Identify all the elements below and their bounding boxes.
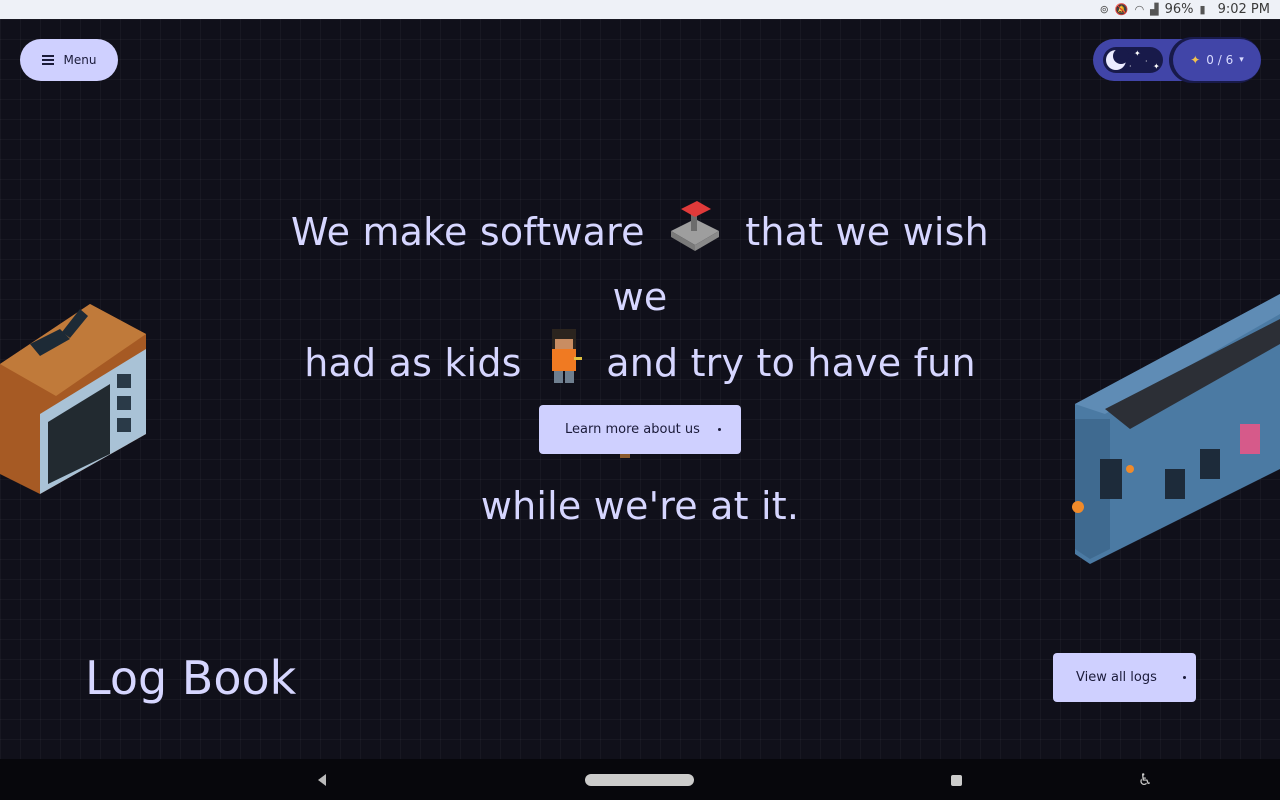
system-status-bar: ⊚ 🔕 ◠ ▟ 96% ▮ 9:02 PM	[0, 0, 1280, 19]
system-nav-bar: ♿	[0, 759, 1280, 800]
counter-label: 0 / 6	[1206, 53, 1234, 67]
hero-line-1: We make software	[291, 210, 645, 254]
signal-icon: ▟	[1150, 3, 1159, 16]
sparkle-icon: ✦	[1190, 53, 1201, 67]
home-pill-icon[interactable]	[585, 774, 694, 786]
header-controls: ✦ · ✦ · ✦ 0 / 6 ▾	[1093, 39, 1261, 81]
logbook-title: Log Book	[85, 651, 297, 705]
menu-button[interactable]: Menu	[20, 39, 118, 81]
theme-toggle-track: ✦ · ✦ ·	[1103, 47, 1163, 73]
page-canvas: Menu ✦ · ✦ · ✦ 0 / 6 ▾ We make software …	[0, 19, 1280, 759]
battery-percent: 96%	[1164, 2, 1194, 17]
train-icon	[1072, 294, 1280, 564]
chevron-down-icon: ▾	[1239, 55, 1244, 65]
wifi-icon: ◠	[1134, 3, 1145, 16]
hamburger-icon	[41, 55, 54, 65]
sync-icon: ⊚	[1099, 3, 1109, 16]
star-icon: ✦	[1134, 49, 1141, 58]
collectibles-counter[interactable]: ✦ 0 / 6 ▾	[1173, 39, 1261, 81]
star-icon: ·	[1145, 57, 1148, 66]
dot-icon	[718, 428, 721, 431]
back-icon[interactable]	[318, 774, 326, 786]
view-all-logs-button[interactable]: View all logs	[1053, 653, 1196, 702]
learn-more-label: Learn more about us	[565, 422, 700, 437]
dot-icon	[1183, 676, 1186, 679]
joystick-icon	[667, 201, 723, 268]
hero-line-3: had as kids	[304, 341, 522, 385]
star-icon: ✦	[1153, 62, 1160, 71]
hero-headline: We make software that we wish we had as …	[270, 201, 1010, 536]
view-all-logs-label: View all logs	[1076, 670, 1157, 685]
clock: 9:02 PM	[1217, 2, 1270, 17]
hero-line-5: while we're at it.	[480, 484, 800, 528]
kid-character-icon	[544, 327, 584, 404]
recent-apps-icon[interactable]	[951, 775, 962, 786]
star-icon: ·	[1129, 62, 1132, 71]
learn-more-button[interactable]: Learn more about us	[539, 405, 741, 454]
hero-line-4: and try to have fun	[606, 341, 976, 385]
accessibility-icon[interactable]: ♿	[1138, 770, 1152, 789]
mute-icon: 🔕	[1114, 3, 1129, 16]
menu-label: Menu	[63, 53, 97, 67]
retro-tv-icon	[0, 304, 146, 494]
battery-icon: ▮	[1199, 3, 1206, 16]
moon-icon	[1106, 48, 1129, 70]
